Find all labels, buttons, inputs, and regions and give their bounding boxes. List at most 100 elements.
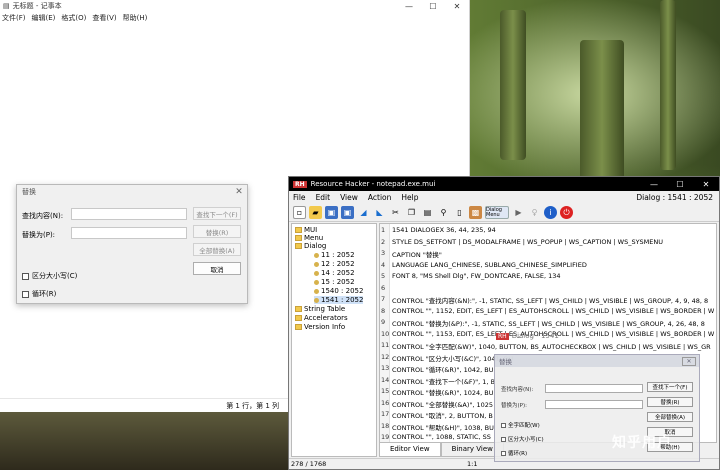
wrap-checkbox[interactable]: 循环(R) — [22, 289, 56, 299]
checkbox-box[interactable] — [22, 290, 29, 298]
preview-replace-button[interactable]: 替换(R) — [647, 397, 693, 407]
image-icon[interactable]: ▩ — [469, 206, 482, 219]
import-icon[interactable]: ◢ — [357, 206, 370, 219]
dialog-menu-button[interactable]: Dialog Menu — [485, 206, 509, 219]
cancel-button[interactable]: 取消 — [193, 262, 241, 275]
tree-label: 11 : 2052 — [321, 251, 355, 259]
maximize-button[interactable]: ☐ — [667, 180, 693, 189]
folder-icon — [295, 306, 302, 312]
page-icon[interactable]: ▯ — [453, 206, 466, 219]
paste-icon[interactable]: ▤ — [421, 206, 434, 219]
menu-help[interactable]: 帮助(H) — [123, 13, 148, 23]
close-button[interactable]: ✕ — [693, 180, 719, 189]
tree-node-string-table[interactable]: String Table — [295, 305, 345, 313]
find-input[interactable] — [71, 208, 187, 220]
lightbulb-icon[interactable]: ♀ — [528, 206, 541, 219]
tree-label: 14 : 2052 — [321, 269, 355, 277]
cut-icon[interactable]: ✂ — [389, 206, 402, 219]
watermark: 知乎用户 — [612, 435, 672, 451]
minimize-button[interactable]: — — [641, 180, 667, 189]
preview-replace-all-button[interactable]: 全部替换(A) — [647, 412, 693, 422]
save-as-icon[interactable]: ▣ — [341, 206, 354, 219]
menu-view[interactable]: View — [340, 193, 358, 202]
tree-node-menu[interactable]: Menu — [295, 234, 323, 242]
tree-node-item[interactable]: 12 : 2052 — [314, 260, 355, 268]
export-icon[interactable]: ◣ — [373, 206, 386, 219]
match-case-label: 区分大小写(C) — [32, 272, 78, 280]
tab-editor-view[interactable]: Editor View — [379, 443, 441, 457]
line-number: 8 — [381, 306, 386, 315]
copy-icon[interactable]: ❐ — [405, 206, 418, 219]
info-icon[interactable]: i — [544, 206, 557, 219]
checkbox-box[interactable] — [501, 450, 506, 456]
preview-wrap-label: 循环(R) — [508, 451, 528, 457]
close-button[interactable]: ✕ — [445, 2, 469, 11]
line-number: 2 — [381, 237, 386, 246]
tree-node-accelerators[interactable]: Accelerators — [295, 314, 348, 322]
resource-icon — [314, 279, 319, 285]
menu-view[interactable]: 查看(V) — [92, 13, 116, 23]
tree-node-item[interactable]: 14 : 2052 — [314, 269, 355, 277]
menu-format[interactable]: 格式(O) — [61, 13, 86, 23]
close-icon[interactable]: ✕ — [682, 356, 696, 366]
power-icon[interactable]: ⏻ — [560, 206, 573, 219]
line-number: 15 — [381, 387, 390, 395]
close-icon[interactable]: ✕ — [231, 187, 247, 197]
minimize-button[interactable]: — — [397, 2, 421, 11]
run-icon[interactable]: ▶ — [512, 206, 525, 219]
preview-match-case-checkbox[interactable]: 区分大小写(C) — [501, 435, 544, 443]
folder-icon — [295, 227, 302, 233]
line-number: 11 — [381, 341, 390, 349]
code-line: CONTROL "", 1152, EDIT, ES_LEFT | ES_AUT… — [392, 306, 715, 315]
preview-find-next-button[interactable]: 查找下一个(F) — [647, 382, 693, 392]
new-file-icon[interactable]: ▫ — [293, 206, 306, 219]
preview-find-input[interactable] — [545, 384, 643, 393]
replace-all-button[interactable]: 全部替换(A) — [193, 243, 241, 256]
status-cursor: 1:1 — [467, 460, 478, 468]
checkbox-box[interactable] — [501, 422, 506, 428]
maximize-button[interactable]: ☐ — [421, 2, 445, 11]
line-number: 1 — [381, 226, 386, 234]
menu-edit[interactable]: Edit — [316, 193, 331, 202]
rh-title: Resource Hacker - notepad.exe.mui — [310, 180, 436, 188]
preview-replace-input[interactable] — [545, 400, 643, 409]
checkbox-box[interactable] — [22, 272, 29, 280]
save-icon[interactable]: ▣ — [325, 206, 338, 219]
tree-trunk — [660, 0, 676, 170]
tree-node-dialog[interactable]: Dialog — [295, 242, 326, 250]
menu-action[interactable]: Action — [368, 193, 392, 202]
preview-wrap-checkbox[interactable]: 循环(R) — [501, 449, 527, 457]
tree-node-mui[interactable]: MUI — [295, 226, 317, 234]
menu-help[interactable]: Help — [401, 193, 418, 202]
menu-file[interactable]: File — [293, 193, 306, 202]
line-number: 13 — [381, 364, 390, 372]
tree-node-item[interactable]: 11 : 2052 — [314, 251, 355, 259]
tree-node-version-info[interactable]: Version Info — [295, 323, 345, 331]
rh-logo-icon: RH — [293, 180, 307, 188]
replace-label: 替换为(P): — [22, 231, 56, 239]
menu-edit[interactable]: 编辑(E) — [32, 13, 56, 23]
find-next-button[interactable]: 查找下一个(F) — [193, 207, 241, 220]
checkbox-box[interactable] — [501, 436, 506, 442]
match-case-checkbox[interactable]: 区分大小写(C) — [22, 271, 77, 281]
line-number: 18 — [381, 421, 390, 430]
tree-label: Menu — [304, 234, 324, 242]
replace-button[interactable]: 替换(R) — [193, 225, 241, 238]
preview-title: 替换 — [499, 358, 512, 366]
line-number: 12 — [381, 352, 390, 361]
tree-label: Dialog — [304, 242, 327, 250]
replace-input[interactable] — [71, 227, 187, 239]
dialog-preview-label: RH Dialog - 1541 — [496, 332, 559, 340]
code-line: CONTROL "替换(&R)", 1024, BU — [392, 389, 494, 397]
open-folder-icon[interactable]: ▰ — [309, 206, 322, 219]
find-icon[interactable]: ⚲ — [437, 206, 450, 219]
menu-file[interactable]: 文件(F) — [2, 13, 26, 23]
line-number: 5 — [381, 272, 386, 280]
tree-node-item[interactable]: 1540 : 2052 — [314, 287, 363, 295]
code-line: CONTROL "取消", 2, BUTTON, B — [392, 412, 493, 420]
preview-whole-word-checkbox[interactable]: 全字匹配(W) — [501, 421, 540, 429]
tree-node-selected[interactable]: 1541 : 2052 — [314, 296, 364, 304]
tree-node-item[interactable]: 15 : 2052 — [314, 278, 355, 286]
line-number: 16 — [381, 398, 390, 407]
resource-icon — [314, 261, 319, 267]
